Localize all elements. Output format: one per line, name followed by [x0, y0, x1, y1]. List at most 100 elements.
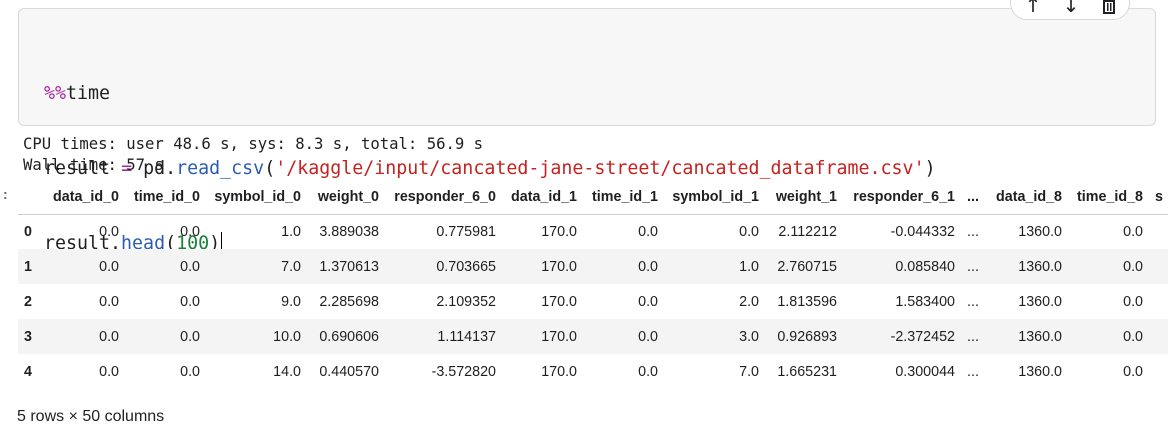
table-cell: -2.372452: [890, 328, 955, 345]
table-cell: 2.285698: [319, 293, 379, 310]
table-cell: 1.0: [739, 258, 759, 275]
table-cell: 0.0: [99, 328, 119, 345]
table-cell: 2.112212: [778, 223, 837, 240]
table-cell: 0.0: [1123, 328, 1143, 345]
column-header: responder_6_0: [394, 188, 496, 205]
table-cell: 10.0: [273, 328, 301, 345]
table-row: 0 0.0 0.0 1.0 3.889038 0.775981 170.0 0.0 0.0 2.1…: [18, 214, 1168, 249]
arrow-up-icon[interactable]: ↑: [1021, 0, 1045, 17]
column-header: time_id_1: [592, 188, 658, 205]
table-cell: [1148, 319, 1168, 354]
table-cell: 1360.0: [1018, 293, 1062, 310]
table-cell: 0.0: [638, 293, 658, 310]
table-cell: ...: [967, 328, 979, 345]
column-header: responder_6_1: [853, 188, 955, 205]
table-cell: 0.0: [180, 258, 200, 275]
table-cell: 14.0: [273, 363, 301, 380]
table-cell: 0.0: [180, 363, 200, 380]
column-header: ...: [967, 188, 979, 205]
column-header: time_id_0: [134, 188, 200, 205]
table-cell: 0.0: [1123, 223, 1143, 240]
table-cell: 2.109352: [436, 293, 496, 310]
table-cell: [1148, 284, 1168, 319]
index-header: [18, 180, 43, 214]
table-cell: 0.0: [1123, 293, 1143, 310]
table-cell: 1360.0: [1018, 363, 1062, 380]
row-index: 2: [24, 293, 32, 310]
table-cell: 1.0: [281, 223, 301, 240]
table-cell: 0.0: [180, 223, 200, 240]
column-header: data_id_1: [511, 188, 577, 205]
table-cell: 1360.0: [1018, 258, 1062, 275]
table-row: 3 0.0 0.0 10.0 0.690606 1.114137 170.0 0.0 3.0 0.…: [18, 319, 1168, 354]
table-cell: 170.0: [541, 293, 577, 310]
cpu-times-line: CPU times: user 48.6 s, sys: 8.3 s, tota…: [23, 135, 484, 153]
table-cell: 0.0: [638, 223, 658, 240]
table-cell: [1148, 354, 1168, 389]
table-cell: 7.0: [281, 258, 301, 275]
table-cell: [1148, 214, 1168, 249]
table-cell: -3.572820: [431, 363, 496, 380]
table-cell: 1.665231: [777, 363, 837, 380]
table-cell: 0.0: [99, 223, 119, 240]
table-cell: 0.0: [638, 363, 658, 380]
dataframe-shape-note: 5 rows × 50 columns: [17, 408, 165, 425]
table-cell: 2.0: [739, 293, 759, 310]
column-header: data_id_0: [53, 188, 119, 205]
table-cell: -0.044332: [890, 223, 955, 240]
table-cell: 0.0: [1123, 363, 1143, 380]
table-cell: 1.114137: [437, 328, 496, 345]
table-row: 2 0.0 0.0 9.0 2.285698 2.109352 170.0 0.0 2.0 1.8…: [18, 284, 1168, 319]
table-cell: 3.889038: [319, 223, 379, 240]
table-cell: ...: [967, 363, 979, 380]
output-marker: :: [3, 186, 8, 202]
table-cell: 170.0: [541, 328, 577, 345]
column-header: weight_1: [775, 188, 837, 205]
magic-prefix: %%: [44, 83, 67, 104]
table-cell: 0.0: [180, 328, 200, 345]
column-header: weight_0: [317, 188, 379, 205]
cell-toolbar: ↑ ↓: [1010, 0, 1130, 20]
table-cell: 1.813596: [777, 293, 837, 310]
column-header: data_id_8: [996, 188, 1062, 205]
table-row: 1 0.0 0.0 7.0 1.370613 0.703665 170.0 0.0 1.0 2.7…: [18, 249, 1168, 284]
table-cell: 0.0: [638, 258, 658, 275]
table-cell: 0.440570: [319, 363, 379, 380]
table-cell: 0.0: [180, 293, 200, 310]
table-cell: 1.370613: [319, 258, 379, 275]
table-cell: 1360.0: [1018, 223, 1062, 240]
code-line-1: %%time: [44, 81, 936, 106]
column-header: symbol_id_0: [214, 188, 301, 205]
table-cell: 0.0: [739, 223, 759, 240]
table-row: 4 0.0 0.0 14.0 0.440570 -3.572820 170.0 0.0 7.0 1…: [18, 354, 1168, 389]
table-cell: 0.926893: [777, 328, 837, 345]
table-header-row: data_id_0 time_id_0 symbol_id_0 weight_0 res…: [18, 180, 1168, 214]
table-cell: 0.300044: [895, 363, 955, 380]
column-header: time_id_8: [1077, 188, 1143, 205]
dataframe-output: data_id_0 time_id_0 symbol_id_0 weight_0 res…: [18, 180, 1168, 392]
row-index: 3: [24, 328, 32, 345]
table-cell: 170.0: [541, 363, 577, 380]
table-cell: 0.085840: [895, 258, 955, 275]
table-body: 0 0.0 0.0 1.0 3.889038 0.775981 170.0 0.0 0.0 2.1…: [18, 214, 1168, 389]
table-cell: ...: [967, 223, 979, 240]
table-cell: ...: [967, 258, 979, 275]
row-index: 1: [24, 258, 32, 275]
trash-icon[interactable]: [1097, 0, 1121, 17]
magic-name: time: [66, 83, 111, 104]
table-cell: 7.0: [739, 363, 759, 380]
table-cell: 3.0: [739, 328, 759, 345]
arrow-down-icon[interactable]: ↓: [1059, 0, 1083, 17]
table-cell: 2.760715: [777, 258, 837, 275]
code-cell-editor[interactable]: %%time result = pd.read_csv('/kaggle/inp…: [18, 8, 1156, 254]
table-cell: 0.703665: [436, 258, 496, 275]
table-cell: 0.690606: [319, 328, 379, 345]
table-cell: 9.0: [281, 293, 301, 310]
row-index: 0: [24, 223, 32, 240]
stdout-output: CPU times: user 48.6 s, sys: 8.3 s, tota…: [23, 134, 483, 176]
table-cell: 0.0: [638, 328, 658, 345]
table-cell: 170.0: [541, 223, 577, 240]
row-index: 4: [24, 363, 32, 380]
table-cell: 0.0: [1123, 258, 1143, 275]
table-cell: ...: [967, 293, 979, 310]
